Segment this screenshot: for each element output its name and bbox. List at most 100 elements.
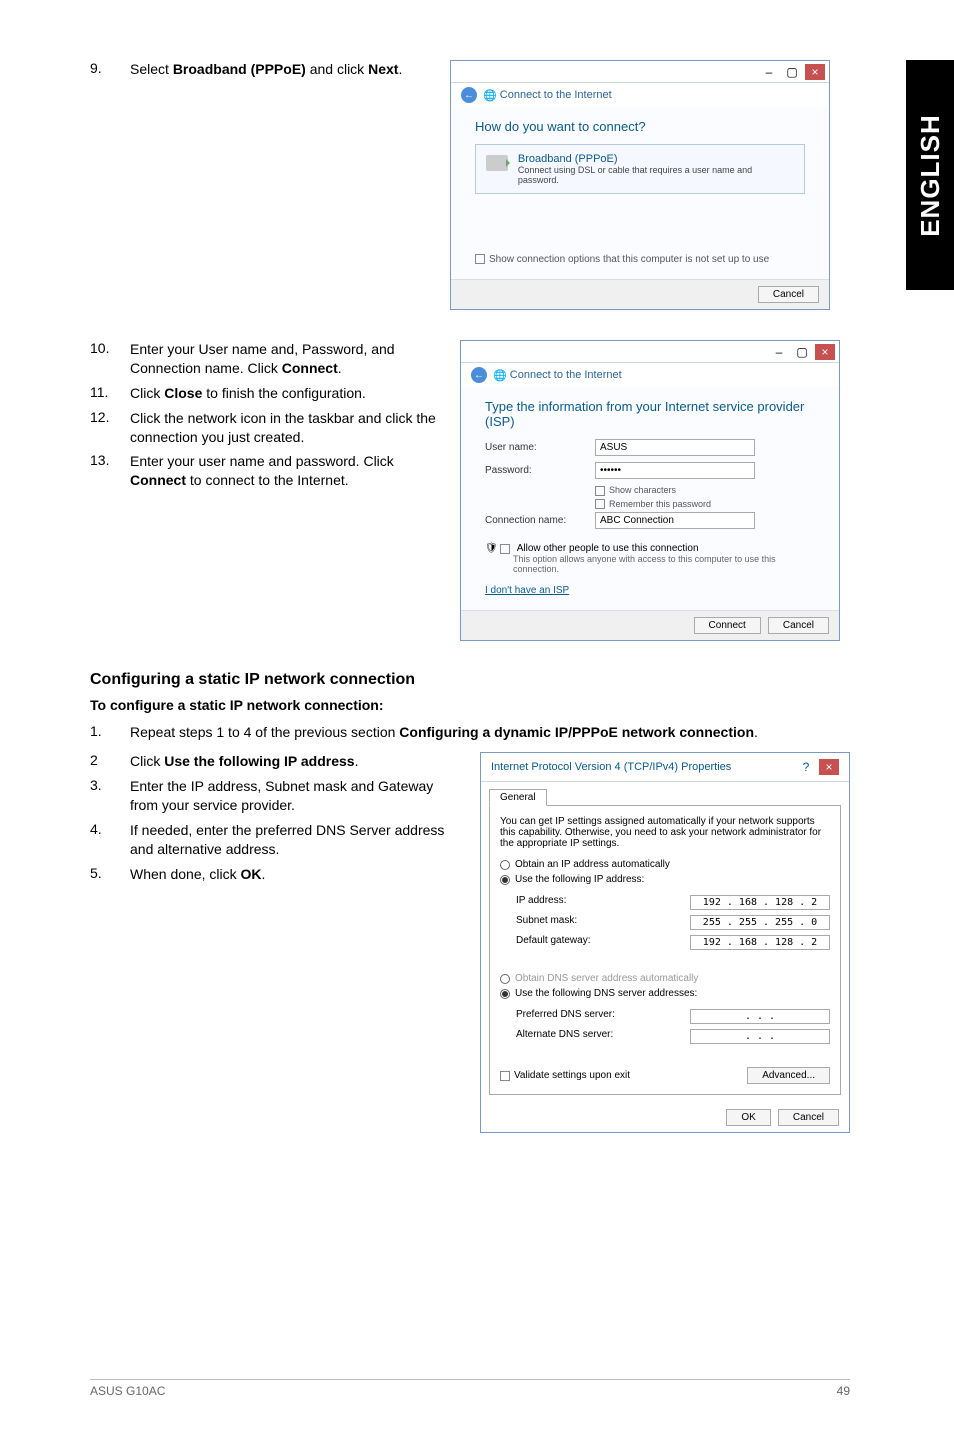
preferred-dns-input[interactable]: . . . [690, 1009, 830, 1024]
static-step-2: 2 Click Use the following IP address. [90, 752, 460, 771]
connect-button[interactable]: Connect [694, 617, 761, 634]
step-11-text: Click Close to finish the configuration. [130, 384, 440, 403]
show-characters-row: Show characters [595, 485, 815, 496]
wizard-body: How do you want to connect? Broadband (P… [451, 107, 829, 279]
use-ip-row: Use the following IP address: [500, 874, 830, 885]
allow-others-label: Allow other people to use this connectio… [517, 543, 699, 554]
static-step-5: 5. When done, click OK. [90, 865, 460, 884]
close-button[interactable]: × [815, 344, 835, 360]
static-step-4-num: 4. [90, 821, 130, 859]
alternate-dns-row: Alternate DNS server:. . . [516, 1029, 830, 1044]
step-10-num: 10. [90, 340, 130, 378]
wizard-footer: Cancel [451, 279, 829, 309]
broadband-option[interactable]: Broadband (PPPoE) Connect using DSL or c… [475, 144, 805, 194]
static-step-5-text: When done, click OK. [130, 865, 460, 884]
minimize-button[interactable]: – [769, 344, 789, 360]
back-arrow-icon[interactable]: ← [471, 367, 487, 383]
close-button[interactable]: × [805, 64, 825, 80]
step-10-text: Enter your User name and, Password, and … [130, 340, 440, 378]
step9-block: 9. Select Broadband (PPPoE) and click Ne… [90, 60, 850, 310]
close-button[interactable]: × [819, 759, 839, 775]
allow-others-checkbox[interactable] [500, 544, 510, 554]
subnet-mask-row: Subnet mask: 255 . 255 . 255 . 0 [516, 915, 830, 930]
ipv4-body: You can get IP settings assigned automat… [489, 805, 841, 1095]
titlebar: – ▢ × [461, 341, 839, 363]
allow-others-row: 🛡 Allow other people to use this connect… [485, 543, 815, 554]
obtain-dns-radio [500, 974, 510, 984]
step-10: 10. Enter your User name and, Password, … [90, 340, 440, 378]
wizard-body: Type the information from your Internet … [461, 387, 839, 610]
wizard-back-row: ← 🌐 Connect to the Internet [461, 363, 839, 387]
static-step-2-text: Click Use the following IP address. [130, 752, 460, 771]
window-controls: ? × [796, 759, 839, 775]
cancel-button[interactable]: Cancel [768, 617, 829, 634]
minimize-button[interactable]: – [759, 64, 779, 80]
validate-checkbox[interactable] [500, 1071, 510, 1081]
step-11-num: 11. [90, 384, 130, 403]
maximize-button[interactable]: ▢ [782, 64, 802, 80]
static-step-4: 4. If needed, enter the preferred DNS Se… [90, 821, 460, 859]
step-9-num: 9. [90, 60, 130, 79]
language-tab-text: ENGLISH [915, 114, 946, 237]
titlebar: – ▢ × [451, 61, 829, 83]
dns-fields: Preferred DNS server:. . . Alternate DNS… [500, 1005, 830, 1057]
remember-password-checkbox[interactable] [595, 499, 605, 509]
wizard-back-row: ← 🌐 Connect to the Internet [451, 83, 829, 107]
ip-fields: IP address: 192 . 168 . 128 . 2 Subnet ma… [500, 891, 830, 963]
wizard-footer: Connect Cancel [461, 610, 839, 640]
connect-dialog-2: – ▢ × ← 🌐 Connect to the Internet Type t… [460, 340, 840, 641]
ipv4-footer: OK Cancel [481, 1103, 849, 1132]
ip-address-input[interactable]: 192 . 168 . 128 . 2 [690, 895, 830, 910]
help-button[interactable]: ? [796, 759, 816, 775]
use-ip-radio[interactable] [500, 875, 510, 885]
option-title: Broadband (PPPoE) [518, 153, 794, 165]
cancel-button[interactable]: Cancel [778, 1109, 839, 1126]
default-gateway-row: Default gateway: 192 . 168 . 128 . 2 [516, 935, 830, 950]
modem-icon [486, 155, 508, 171]
default-gateway-label: Default gateway: [516, 935, 591, 950]
ok-button[interactable]: OK [726, 1109, 770, 1126]
wizard-heading: How do you want to connect? [475, 119, 805, 134]
obtain-dns-row: Obtain DNS server address automatically [500, 973, 830, 984]
use-dns-radio[interactable] [500, 989, 510, 999]
allow-others-desc: This option allows anyone with access to… [513, 554, 815, 574]
obtain-ip-row: Obtain an IP address automatically [500, 859, 830, 870]
default-gateway-input[interactable]: 192 . 168 . 128 . 2 [690, 935, 830, 950]
step-12-num: 12. [90, 409, 130, 447]
advanced-button[interactable]: Advanced... [747, 1067, 830, 1084]
maximize-button[interactable]: ▢ [792, 344, 812, 360]
cancel-button[interactable]: Cancel [758, 286, 819, 303]
show-options-checkbox[interactable] [475, 254, 485, 264]
ipv4-title-text: Internet Protocol Version 4 (TCP/IPv4) P… [491, 761, 731, 773]
static-step-3-text: Enter the IP address, Subnet mask and Ga… [130, 777, 460, 815]
shield-icon: 🛡 [485, 543, 498, 554]
validate-label: Validate settings upon exit [514, 1070, 630, 1081]
password-label: Password: [485, 465, 595, 476]
connection-name-input[interactable]: ABC Connection [595, 512, 755, 529]
footer-left: ASUS G10AC [90, 1384, 165, 1398]
username-row: User name: ASUS [485, 439, 815, 456]
ip-address-label: IP address: [516, 895, 566, 910]
static-step-3: 3. Enter the IP address, Subnet mask and… [90, 777, 460, 815]
globe-icon: 🌐 [493, 369, 507, 382]
back-arrow-icon[interactable]: ← [461, 87, 477, 103]
obtain-ip-radio[interactable] [500, 860, 510, 870]
password-input[interactable]: •••••• [595, 462, 755, 479]
subnet-mask-input[interactable]: 255 . 255 . 255 . 0 [690, 915, 830, 930]
step-9-text: Select Broadband (PPPoE) and click Next. [130, 60, 430, 79]
show-characters-checkbox[interactable] [595, 486, 605, 496]
no-isp-link[interactable]: I don't have an ISP [485, 585, 569, 596]
step-13-text: Enter your user name and password. Click… [130, 452, 440, 490]
static-step-4-text: If needed, enter the preferred DNS Serve… [130, 821, 460, 859]
tab-general[interactable]: General [489, 789, 547, 806]
static-step-1: 1. Repeat steps 1 to 4 of the previous s… [90, 723, 850, 742]
alternate-dns-input[interactable]: . . . [690, 1029, 830, 1044]
remember-password-row: Remember this password [595, 499, 815, 510]
static-step-3-num: 3. [90, 777, 130, 815]
subnet-mask-label: Subnet mask: [516, 915, 577, 930]
username-input[interactable]: ASUS [595, 439, 755, 456]
ipv4-desc: You can get IP settings assigned automat… [500, 816, 830, 849]
static-step-1-num: 1. [90, 723, 130, 742]
use-dns-row: Use the following DNS server addresses: [500, 988, 830, 999]
username-label: User name: [485, 442, 595, 453]
